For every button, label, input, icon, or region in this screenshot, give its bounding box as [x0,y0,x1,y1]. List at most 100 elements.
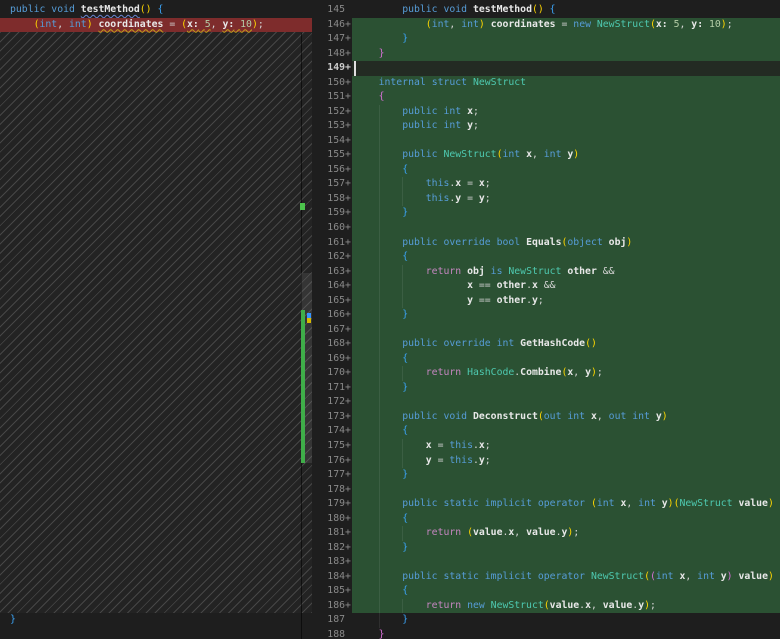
line-number[interactable]: 163+ [312,265,352,280]
line-number[interactable]: 186+ [312,599,352,614]
line-number[interactable]: 166+ [312,308,352,323]
original-code-line[interactable]: public void testMethod() { [0,3,312,18]
added-code-line[interactable] [352,323,780,338]
original-code-pane[interactable]: public void testMethod() { (int, int) co… [0,0,312,639]
line-number[interactable]: 145 [312,3,352,18]
line-number[interactable]: 173+ [312,410,352,425]
added-code-line[interactable]: } [352,206,780,221]
added-code-line[interactable]: } [352,47,780,62]
line-number[interactable]: 170+ [312,366,352,381]
added-code-line[interactable]: { [352,584,780,599]
line-number[interactable]: 164+ [312,279,352,294]
code-line[interactable]: } [352,628,780,639]
added-code-line[interactable]: public int x; [352,105,780,120]
line-number[interactable]: 154+ [312,134,352,149]
line-number[interactable]: 175+ [312,439,352,454]
line-number[interactable]: 149+ [312,61,352,76]
diff-row-165: 165+ y == other.y; [312,294,780,309]
line-number[interactable]: 176+ [312,454,352,469]
line-number[interactable]: 165+ [312,294,352,309]
added-code-line[interactable]: (int, int) coordinates = new NewStruct(x… [352,18,780,33]
line-number[interactable]: 161+ [312,236,352,251]
line-number[interactable]: 151+ [312,90,352,105]
line-number[interactable]: 178+ [312,483,352,498]
added-code-line[interactable]: { [352,250,780,265]
added-code-line[interactable]: return obj is NewStruct other && [352,265,780,280]
added-code-line[interactable] [352,395,780,410]
added-code-line[interactable]: } [352,381,780,396]
line-number[interactable]: 174+ [312,424,352,439]
line-number[interactable]: 171+ [312,381,352,396]
line-number[interactable]: 162+ [312,250,352,265]
added-code-line[interactable]: public static implicit operator (int x, … [352,497,780,512]
added-code-line[interactable]: this.x = x; [352,177,780,192]
line-number[interactable]: 182+ [312,541,352,556]
deleted-code-line[interactable]: (int, int) coordinates = (x: 5, y: 10); [0,18,312,33]
line-number[interactable]: 184+ [312,570,352,585]
diff-row-158: 158+ this.y = y; [312,192,780,207]
line-number[interactable]: 147+ [312,32,352,47]
line-number[interactable]: 168+ [312,337,352,352]
line-number[interactable]: 183+ [312,555,352,570]
added-code-line[interactable]: y == other.y; [352,294,780,309]
code-line[interactable]: public void testMethod() { [352,3,780,18]
line-number[interactable]: 187 [312,613,352,628]
line-number[interactable]: 160+ [312,221,352,236]
line-number[interactable]: 148+ [312,47,352,62]
added-code-line[interactable]: { [352,90,780,105]
line-number[interactable]: 185+ [312,584,352,599]
line-number[interactable]: 158+ [312,192,352,207]
added-code-line[interactable] [352,555,780,570]
added-code-line[interactable] [352,221,780,236]
added-code-line[interactable]: public NewStruct(int x, int y) [352,148,780,163]
added-code-line[interactable]: } [352,308,780,323]
line-number[interactable]: 188 [312,628,352,639]
added-code-line[interactable]: return (value.x, value.y); [352,526,780,541]
original-code-line[interactable] [0,628,312,639]
code-token: this [426,193,450,204]
added-code-line[interactable] [352,483,780,498]
line-number[interactable]: 172+ [312,395,352,410]
added-code-line[interactable]: public override bool Equals(object obj) [352,236,780,251]
line-number[interactable]: 146+ [312,18,352,33]
added-line-plus: + [345,395,352,410]
added-code-line[interactable]: public int y; [352,119,780,134]
line-number[interactable]: 177+ [312,468,352,483]
diff-row-178: 178+ [312,483,780,498]
line-number[interactable]: 167+ [312,323,352,338]
added-code-line[interactable]: public void Deconstruct(out int x, out i… [352,410,780,425]
line-number[interactable]: 181+ [312,526,352,541]
added-code-line[interactable]: public override int GetHashCode() [352,337,780,352]
added-code-line[interactable]: this.y = y; [352,192,780,207]
added-code-line[interactable]: internal struct NewStruct [352,76,780,91]
line-number[interactable]: 179+ [312,497,352,512]
added-code-line[interactable]: } [352,541,780,556]
code-line[interactable] [352,61,780,76]
added-code-line[interactable]: { [352,512,780,527]
added-code-line[interactable]: { [352,163,780,178]
line-number[interactable]: 153+ [312,119,352,134]
code-line[interactable]: } [352,613,780,628]
line-number[interactable]: 159+ [312,206,352,221]
added-code-line[interactable]: return HashCode.Combine(x, y); [352,366,780,381]
added-code-line[interactable]: } [352,468,780,483]
line-number[interactable]: 156+ [312,163,352,178]
added-code-line[interactable] [352,134,780,149]
code-token [355,178,426,189]
line-number[interactable]: 157+ [312,177,352,192]
line-number[interactable]: 150+ [312,76,352,91]
added-code-line[interactable]: x = this.x; [352,439,780,454]
added-code-line[interactable]: y = this.y; [352,454,780,469]
line-number[interactable]: 152+ [312,105,352,120]
original-code-line[interactable]: } [0,613,312,628]
added-code-line[interactable]: { [352,352,780,367]
added-code-line[interactable]: public static implicit operator NewStruc… [352,570,780,585]
added-code-line[interactable]: } [352,32,780,47]
line-number[interactable]: 155+ [312,148,352,163]
modified-code-pane[interactable]: 144145 public void testMethod() {146+ (i… [312,0,780,639]
line-number[interactable]: 180+ [312,512,352,527]
line-number[interactable]: 169+ [312,352,352,367]
added-code-line[interactable]: { [352,424,780,439]
added-code-line[interactable]: x == other.x && [352,279,780,294]
added-code-line[interactable]: return new NewStruct(value.x, value.y); [352,599,780,614]
